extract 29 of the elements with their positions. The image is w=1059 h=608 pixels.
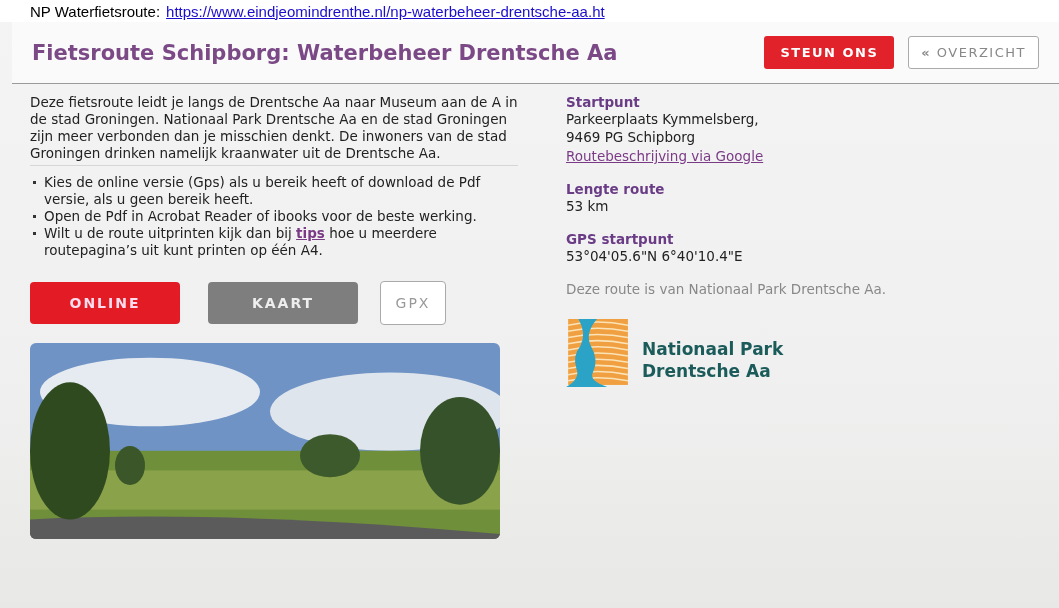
detail-label: Lengte route [566, 181, 666, 197]
intro-paragraph: Deze fietsroute leidt je langs de Drentsche Aa naar Museum aan de A in de stad Groningen. Nationaal Park Drentsche Aa en de stad Groningen zijn meer verbonden dan je misschien denkt. De inwoners van de stad Groningen drinken namelijk kraanwater uit de Drentsche Aa. [30, 94, 518, 166]
bullet-icon [33, 215, 36, 218]
detail-label: GPS startpunt [566, 231, 675, 247]
online-button[interactable]: ONLINE [30, 282, 180, 324]
support-button[interactable]: STEUN ONS [764, 36, 895, 69]
tip-item: Kies de online versie (Gps) als u bereik heeft of download de Pdf versie, als u geen bereik heeft. [44, 174, 482, 208]
logo-text: Nationaal Park [642, 338, 784, 360]
detail-value: 9469 PG Schipborg [566, 128, 697, 146]
bullet-icon [33, 181, 36, 184]
chevron-icon: « [921, 45, 932, 60]
detail-value: 53°04'05.6"N 6°40'10.4"E [566, 247, 744, 265]
page-title: Fietsroute Schipborg: Waterbeheer Drentsche Aa [32, 40, 618, 65]
directions-link[interactable]: Routebeschrijving via Google [566, 148, 764, 164]
detail-label: Startpunt [566, 94, 641, 110]
overview-button[interactable]: « OVERZICHT [908, 36, 1039, 69]
tips-link[interactable]: tips [296, 225, 325, 241]
logo-text: Drentsche Aa [642, 360, 772, 382]
park-logo-icon [566, 319, 628, 387]
source-label: NP Waterfietsroute: [30, 2, 161, 20]
tip-item: Wilt u de route uitprinten kijk dan bij tips hoe u meerdere routepagina’s uit kunt printen op één A4. [44, 225, 438, 259]
source-link[interactable]: https://www.eindjeomindrenthe.nl/np-waterbeheer-drentsche-aa.ht [166, 2, 605, 20]
detail-value: Parkeerplaats Kymmelsberg, [566, 110, 760, 128]
owner-note: Deze route is van Nationaal Park Drentsche Aa. [566, 281, 888, 297]
detail-value: 53 km [566, 197, 610, 215]
bullet-icon [33, 232, 36, 235]
gpx-button[interactable]: GPX [380, 281, 446, 325]
map-button[interactable]: KAART [208, 282, 358, 324]
tip-item: Open de Pdf in Acrobat Reader of ibooks voor de beste werking. [44, 208, 477, 225]
